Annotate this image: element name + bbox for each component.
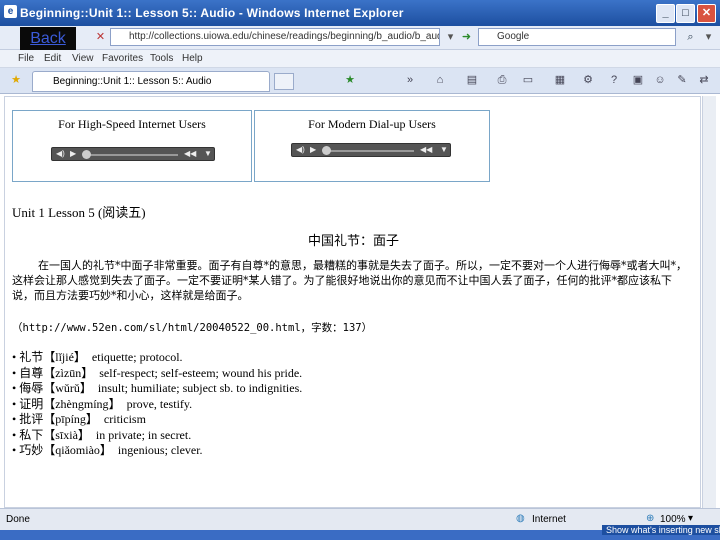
translate-icon[interactable]: ⇄ [696,73,712,87]
vocab-pinyin: wǔrǔ [55,381,80,395]
title-bar: e Beginning::Unit 1:: Lesson 5:: Audio -… [0,0,720,26]
audio-player-high-speed[interactable]: ◀) ▶ ◀◀ ▼ [51,147,215,161]
play-icon[interactable]: ▶ [310,145,316,154]
menu-bar: File Edit View Favorites Tools Help [0,50,720,68]
print-icon[interactable]: ⎙ [494,73,510,87]
research-icon[interactable]: ▣ [630,73,646,87]
player-label-dial-up: For Modern Dial-up Users [308,117,436,131]
rewind-icon[interactable]: ◀◀ [184,149,196,158]
list-item: • 侮辱【wǔrǔ】 insult; humiliate; subject sb… [12,381,303,395]
lesson-heading: Unit 1 Lesson 5 (阅读五) [12,205,146,220]
search-dropdown-icon[interactable]: ▾ [700,29,717,45]
internet-globe-icon: ◍ [516,513,525,524]
volume-icon[interactable]: ◀) [296,145,305,154]
source-citation: （http://www.52en.com/sl/html/20040522_00… [12,322,373,334]
audio-player-dial-up[interactable]: ◀) ▶ ◀◀ ▼ [291,143,451,157]
play-icon[interactable]: ▶ [70,149,76,158]
vocab-word: 侮辱 [19,381,44,395]
help-icon[interactable]: ? [606,73,622,87]
menu-file[interactable]: File [18,53,34,64]
seek-track[interactable] [88,154,178,156]
vocab-pinyin: lǐjié [55,350,74,364]
blog-icon[interactable]: ✎ [674,73,690,87]
stop-nav-icon[interactable]: ✕ [92,29,109,45]
home-icon[interactable]: ⌂ [432,73,448,87]
seek-knob[interactable] [322,146,331,155]
tools-gear-icon[interactable]: ⚙ [580,73,596,87]
search-input[interactable]: Google [478,28,676,46]
address-input[interactable]: http://collections.uiowa.edu/chinese/rea… [110,28,440,46]
ie-logo-icon: e [4,5,17,18]
list-item: • 巧妙【qiǎomiào】 ingenious; clever. [12,443,203,457]
list-item: • 私下【sīxià】 in private; in secret. [12,427,192,442]
messenger-icon[interactable]: ☺ [652,73,668,87]
more-tools-chevron-icon[interactable]: » [402,73,418,87]
go-arrow-icon[interactable]: ➜ [458,29,475,45]
search-icon[interactable]: ⌕ [682,29,699,45]
list-item: • 礼节【lǐjié】 etiquette; protocol. [12,350,183,364]
zoom-icon[interactable]: ⊕ [646,513,654,524]
vocab-word: 巧妙 [19,443,44,457]
vocab-word: 批评 [19,412,44,426]
page-menu-icon[interactable]: ▦ [552,73,568,87]
menu-edit[interactable]: Edit [44,53,61,64]
feeds-icon[interactable]: ▤ [464,73,480,87]
player-panel-high-speed: For High-Speed Internet Users ◀) ▶ ◀◀ ▼ [12,110,252,182]
security-zone: Internet [532,514,566,525]
list-item: • 批评【pīpíng】 criticism [12,412,146,426]
vocab-gloss: ingenious; clever. [117,443,203,457]
vocabulary-list: • 礼节【lǐjié】 etiquette; protocol. • 自尊【zì… [12,350,692,459]
maximize-button[interactable]: □ [676,4,695,23]
vocab-gloss: in private; in secret. [95,427,192,442]
status-text: Done [6,514,30,525]
vocab-pinyin: zhèngmíng [55,396,109,411]
seek-knob[interactable] [82,150,91,159]
vocab-gloss: criticism [103,412,146,426]
volume-icon[interactable]: ◀) [56,149,65,158]
vocab-gloss: self-respect; self-esteem; wound his pri… [99,365,303,380]
zoom-level[interactable]: 100% [660,514,686,525]
vocab-pinyin: qiǎomiào [55,443,100,457]
vocab-word: 礼节 [19,350,44,364]
favorites-star-icon[interactable]: ★ [8,73,24,87]
vocab-gloss: etiquette; protocol. [91,350,183,364]
player-label-high-speed: For High-Speed Internet Users [58,117,206,131]
list-item: • 自尊【zìzūn】 self-respect; self-esteem; w… [12,365,303,380]
vocab-word: 证明 [19,396,44,411]
page-icon[interactable]: ▭ [520,73,536,87]
close-button[interactable]: ✕ [697,4,716,23]
article-title: 中国礼节：面子 [308,233,400,248]
vocab-word: 私下 [19,427,44,442]
minimize-button[interactable]: _ [656,4,675,23]
menu-help[interactable]: Help [182,53,203,64]
menu-favorites[interactable]: Favorites [102,53,143,64]
back-link[interactable]: Back [20,27,76,51]
player-menu-icon[interactable]: ▼ [440,145,448,154]
vocab-gloss: prove, testify. [126,396,193,411]
rewind-icon[interactable]: ◀◀ [420,145,432,154]
window-title: Beginning::Unit 1:: Lesson 5:: Audio - W… [20,6,404,20]
zoom-dropdown-icon[interactable]: ▾ [688,513,693,524]
vocab-pinyin: zìzūn [55,365,82,380]
player-panel-dial-up: For Modern Dial-up Users ◀) ▶ ◀◀ ▼ [254,110,490,182]
vocab-pinyin: pīpíng [55,412,86,426]
address-dropdown-icon[interactable]: ▾ [442,29,459,45]
article-body: 在一国人的礼节*中面子非常重要。面子有自尊*的意思，最糟糕的事就是失去了面子。所… [12,259,687,302]
vocab-pinyin: sīxià [55,427,78,442]
taskbar-tooltip: Show what's inserting new sl [602,525,720,535]
new-tab-button[interactable] [274,73,294,90]
player-menu-icon[interactable]: ▼ [204,149,212,158]
vocab-word: 自尊 [19,365,44,380]
menu-tools[interactable]: Tools [150,53,173,64]
tab-page[interactable]: Beginning::Unit 1:: Lesson 5:: Audio [32,71,270,92]
list-item: • 证明【zhèngmíng】 prove, testify. [12,396,193,411]
add-favorite-icon[interactable]: ★ [342,73,358,87]
vertical-scrollbar[interactable] [702,96,716,508]
vocab-gloss: insult; humiliate; subject sb. to indign… [97,381,303,395]
seek-track[interactable] [328,150,414,152]
menu-view[interactable]: View [72,53,94,64]
